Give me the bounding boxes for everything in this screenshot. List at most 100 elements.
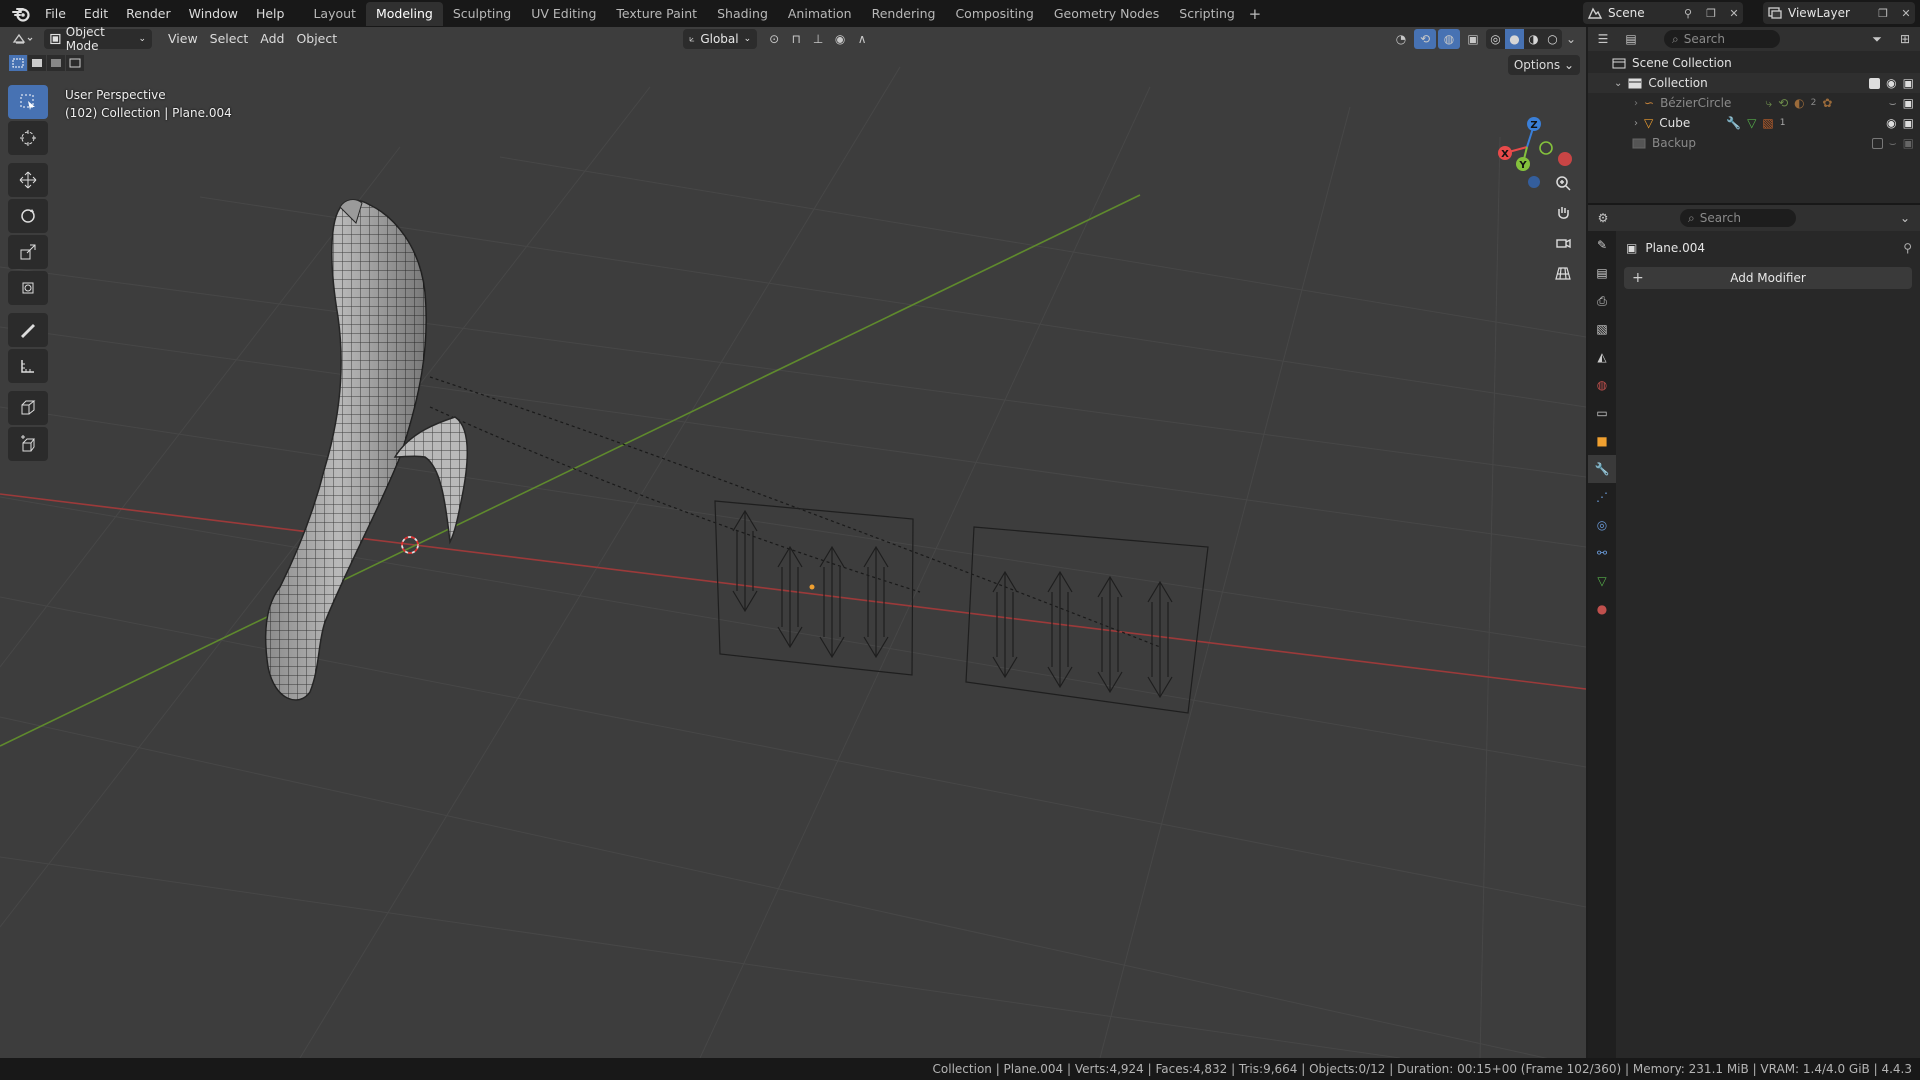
pin-icon[interactable]: ⚲ [1679, 4, 1697, 22]
camera-icon[interactable]: ▣ [1903, 116, 1914, 130]
annotate-tool-icon[interactable] [8, 313, 48, 347]
eye-closed-icon[interactable]: ⌣ [1889, 136, 1897, 151]
menu-render[interactable]: Render [117, 3, 180, 25]
scene-selector[interactable]: Scene ⚲ ❐ ✕ [1583, 2, 1743, 24]
menu-help[interactable]: Help [247, 3, 294, 25]
modifier-tab-icon[interactable]: 🔧 [1588, 455, 1616, 483]
pin-icon[interactable]: ⚲ [1903, 241, 1912, 255]
overlay-toggle-icon[interactable]: ◍ [1438, 29, 1460, 49]
menu-add[interactable]: Add [254, 29, 290, 49]
eye-icon[interactable]: ◉ [1886, 116, 1896, 130]
falloff-icon[interactable]: ∧ [851, 29, 873, 49]
render-tab-icon[interactable]: ▤ [1588, 259, 1616, 287]
material-tab-icon[interactable]: ● [1588, 595, 1616, 623]
menu-select[interactable]: Select [204, 29, 255, 49]
filter-icon[interactable]: ⏷ [1866, 29, 1888, 49]
new-collection-icon[interactable]: ⊞ [1894, 29, 1916, 49]
zoom-icon[interactable] [1549, 169, 1577, 197]
gizmo-neg-z-icon[interactable] [1528, 176, 1540, 188]
menu-view[interactable]: View [162, 29, 204, 49]
constraints-tab-icon[interactable]: ⚯ [1588, 539, 1616, 567]
select-extend-icon[interactable] [28, 55, 46, 71]
shading-options-icon[interactable]: ⌄ [1564, 29, 1578, 49]
banana-mesh-object[interactable] [264, 199, 469, 701]
checkbox-icon[interactable] [1869, 77, 1881, 89]
properties-editor-icon[interactable]: ⚙ [1592, 208, 1614, 228]
select-subtract-icon[interactable] [47, 55, 65, 71]
view-layer-tab-icon[interactable]: ▧ [1588, 315, 1616, 343]
object-tab-icon[interactable]: ■ [1588, 427, 1616, 455]
tab-geometry-nodes[interactable]: Geometry Nodes [1044, 2, 1169, 26]
rotate-tool-icon[interactable] [8, 199, 48, 233]
outliner-row-beziercircle[interactable]: › ∽ BézierCircle ⤷ ⟲ ◐ 2 ✿ ⌣ ▣ [1588, 93, 1920, 113]
editor-type-icon[interactable] [8, 29, 38, 49]
chevron-right-icon[interactable]: › [1634, 118, 1638, 129]
chevron-right-icon[interactable]: › [1634, 98, 1638, 109]
tab-rendering[interactable]: Rendering [862, 2, 946, 26]
tab-shading[interactable]: Shading [707, 2, 778, 26]
camera-icon[interactable]: ▣ [1903, 76, 1914, 90]
options-dropdown[interactable]: Options ⌄ [1507, 55, 1580, 75]
view-layer-selector[interactable]: ViewLayer ❐ ✕ [1763, 2, 1915, 24]
eye-closed-icon[interactable]: ⌣ [1889, 96, 1897, 111]
rendered-shading-icon[interactable]: ○ [1543, 29, 1562, 49]
world-tab-icon[interactable]: ◍ [1588, 371, 1616, 399]
new-scene-icon[interactable]: ❐ [1702, 4, 1720, 22]
tab-sculpting[interactable]: Sculpting [443, 2, 521, 26]
add-workspace-button[interactable]: + [1245, 2, 1265, 26]
camera-view-icon[interactable] [1549, 229, 1577, 257]
wireframe-shading-icon[interactable]: ◎ [1486, 29, 1505, 49]
transform-tool-icon[interactable] [8, 271, 48, 305]
cursor-tool-icon[interactable] [8, 121, 48, 155]
chevron-down-icon[interactable]: ⌄ [1894, 208, 1916, 228]
tab-uv-editing[interactable]: UV Editing [521, 2, 606, 26]
scale-tool-icon[interactable] [8, 235, 48, 269]
pivot-point-icon[interactable]: ⊙ [763, 29, 785, 49]
new-view-layer-icon[interactable]: ❐ [1874, 4, 1892, 22]
viewport-scene[interactable] [0, 27, 1586, 1058]
outliner-row-backup[interactable]: Backup ⌣ ▣ [1588, 133, 1920, 153]
collection-tab-icon[interactable]: ▭ [1588, 399, 1616, 427]
snap-icon[interactable]: ⊓ [785, 29, 807, 49]
output-tab-icon[interactable]: ⎙ [1588, 287, 1616, 315]
tab-scripting[interactable]: Scripting [1169, 2, 1245, 26]
physics-tab-icon[interactable]: ◎ [1588, 511, 1616, 539]
camera-icon[interactable]: ▣ [1903, 136, 1914, 150]
particles-tab-icon[interactable]: ⋰ [1588, 483, 1616, 511]
tab-layout[interactable]: Layout [303, 2, 366, 26]
add-cube-tool-icon[interactable] [8, 391, 48, 425]
proportional-edit-icon[interactable]: ◉ [829, 29, 851, 49]
tab-texture-paint[interactable]: Texture Paint [606, 2, 707, 26]
pan-hand-icon[interactable] [1549, 199, 1577, 227]
3d-viewport[interactable]: Object Mode ⌄ View Select Add Object Glo… [0, 27, 1586, 1058]
data-tab-icon[interactable]: ▽ [1588, 567, 1616, 595]
menu-file[interactable]: File [36, 3, 75, 25]
add-primitive-tool-icon[interactable] [8, 427, 48, 461]
eye-icon[interactable]: ◉ [1886, 76, 1896, 90]
scene-tab-icon[interactable]: ◭ [1588, 343, 1616, 371]
select-intersect-icon[interactable] [66, 55, 84, 71]
tab-modeling[interactable]: Modeling [365, 1, 443, 26]
add-modifier-button[interactable]: + Add Modifier [1624, 267, 1912, 289]
xray-icon[interactable]: ▣ [1462, 29, 1484, 49]
snap-target-icon[interactable]: ⊥ [807, 29, 829, 49]
solid-shading-icon[interactable]: ● [1505, 29, 1524, 49]
tab-compositing[interactable]: Compositing [945, 2, 1043, 26]
perspective-toggle-icon[interactable] [1549, 259, 1577, 287]
gizmo-toggle-icon[interactable]: ⟲ [1414, 29, 1436, 49]
transform-orientation-selector[interactable]: Global ⌄ [683, 29, 758, 49]
material-shading-icon[interactable]: ◑ [1524, 29, 1543, 49]
outliner-editor-icon[interactable]: ☰ [1592, 29, 1614, 49]
outliner-row-scene-collection[interactable]: Scene Collection [1588, 53, 1920, 73]
gizmo-neg-x-icon[interactable] [1558, 152, 1572, 166]
outliner-row-cube[interactable]: › ▽ Cube 🔧 ▽ ▧ 1 ◉ ▣ [1588, 113, 1920, 133]
select-new-icon[interactable] [9, 55, 27, 71]
chevron-down-icon[interactable]: ⌄ [1614, 78, 1622, 89]
camera-icon[interactable]: ▣ [1903, 96, 1914, 110]
display-mode-icon[interactable]: ▤ [1620, 29, 1642, 49]
menu-window[interactable]: Window [180, 3, 247, 25]
menu-edit[interactable]: Edit [75, 3, 117, 25]
outliner-search-input[interactable]: ⌕ Search [1664, 30, 1780, 48]
close-icon[interactable]: ✕ [1725, 4, 1743, 22]
visibility-icon[interactable]: ◔ [1390, 29, 1412, 49]
